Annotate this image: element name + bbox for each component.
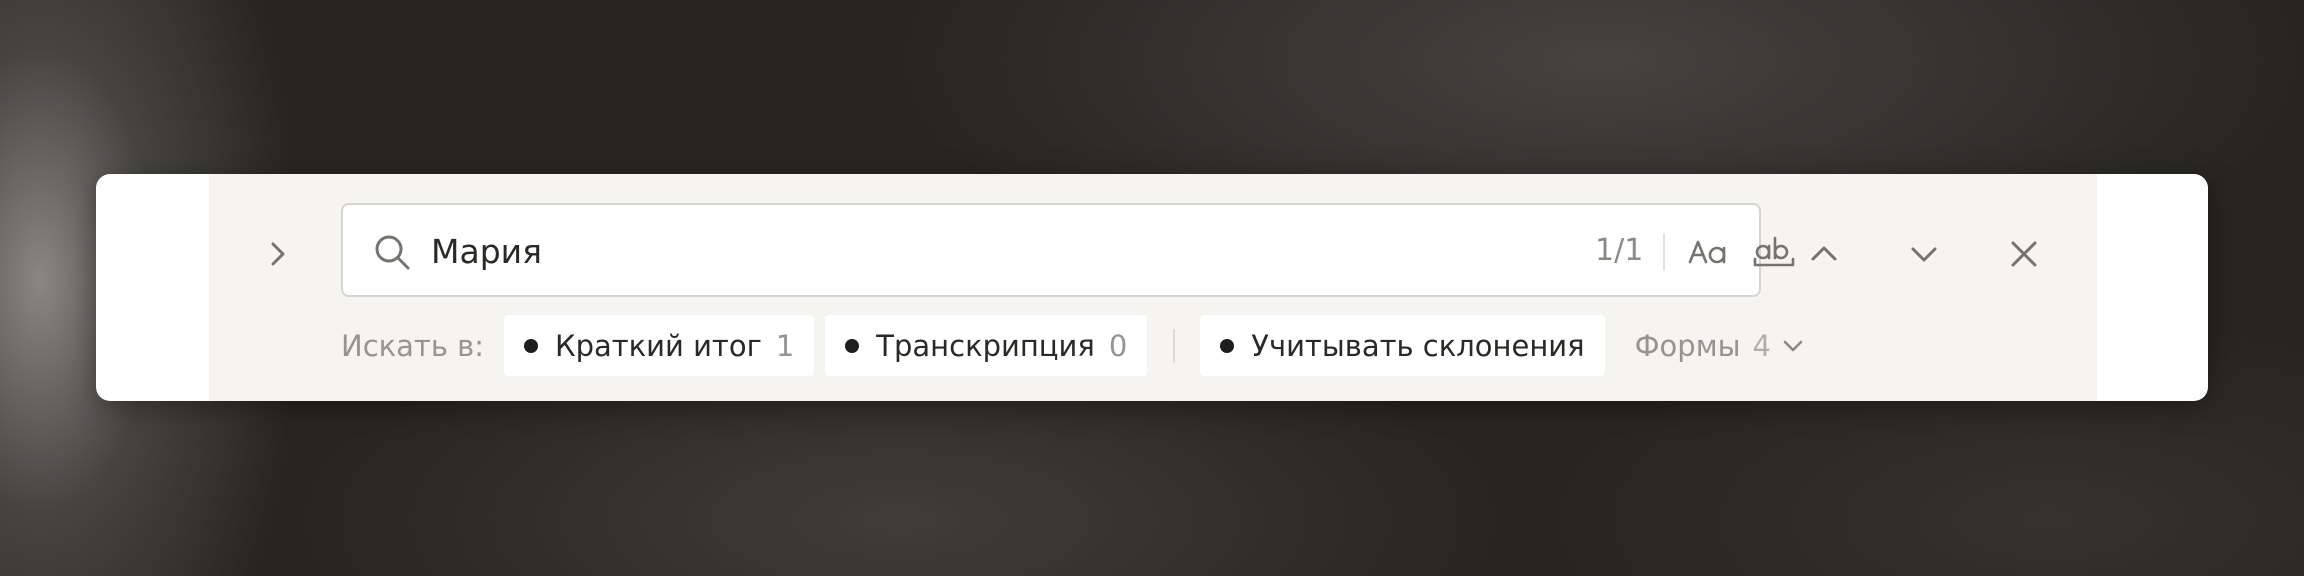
- close-icon: [2011, 241, 2037, 267]
- previous-match-button[interactable]: [1798, 228, 1850, 280]
- toggle-dot-icon: [1220, 338, 1235, 353]
- whole-word-button[interactable]: [1748, 227, 1800, 277]
- whole-word-icon: [1753, 236, 1795, 267]
- chevron-down-icon: [1781, 333, 1807, 359]
- search-in-label: Искать в:: [341, 328, 484, 363]
- chevron-up-icon: [1811, 246, 1837, 261]
- scope-chip-count: 1: [775, 328, 795, 363]
- scope-chip-summary[interactable]: Краткий итог 1: [504, 315, 815, 376]
- scope-chip-label: Краткий итог: [555, 328, 762, 363]
- close-button[interactable]: [1998, 228, 2050, 280]
- toggle-dot-icon: [845, 338, 860, 353]
- scope-chip-label: Транскрипция: [876, 328, 1095, 363]
- forms-dropdown[interactable]: Формы 4: [1635, 329, 1807, 363]
- search-box: 1/1: [341, 203, 1795, 297]
- match-case-icon: [1688, 240, 1726, 264]
- next-match-button[interactable]: [1898, 228, 1950, 280]
- match-case-button[interactable]: [1683, 227, 1735, 277]
- chevron-right-icon: [271, 242, 285, 266]
- expand-button[interactable]: [256, 232, 300, 276]
- search-input[interactable]: [431, 223, 1391, 279]
- scope-chip-transcript[interactable]: Транскрипция 0: [825, 315, 1148, 376]
- search-scope-row: Искать в: Краткий итог 1 Транскрипция 0 …: [341, 315, 1807, 376]
- filter-divider: [1173, 328, 1176, 363]
- chevron-down-icon: [1911, 247, 1937, 262]
- search-divider: [1663, 233, 1665, 271]
- search-icon: [375, 235, 410, 270]
- scope-chip-count: 0: [1108, 328, 1128, 363]
- declension-label: Учитывать склонения: [1251, 328, 1585, 363]
- toggle-dot-icon: [524, 338, 538, 353]
- find-panel: 1/1: [96, 174, 2208, 401]
- forms-count: 4: [1752, 328, 1771, 363]
- match-counter: 1/1: [1595, 233, 1644, 268]
- forms-label: Формы: [1634, 328, 1741, 363]
- declension-toggle[interactable]: Учитывать склонения: [1200, 315, 1605, 376]
